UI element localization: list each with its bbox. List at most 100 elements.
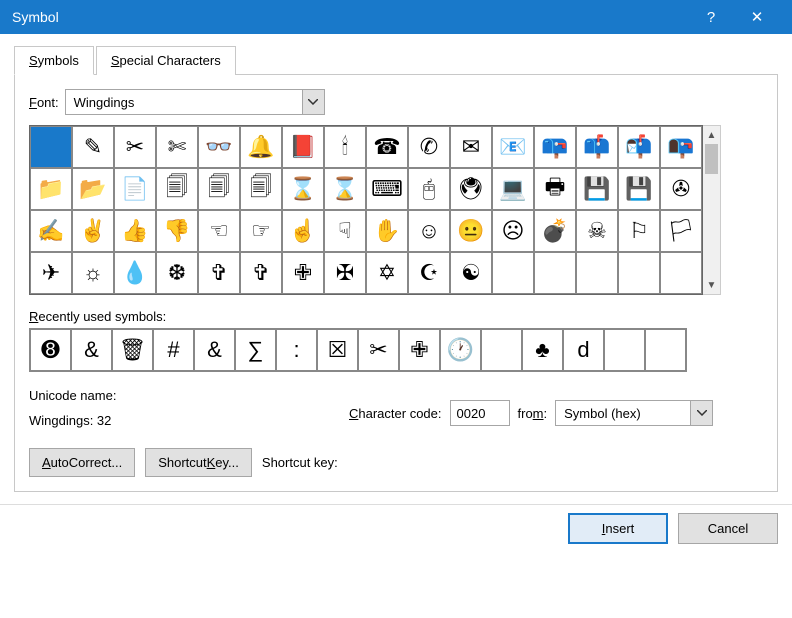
symbol-cell[interactable]: 🗐	[240, 168, 282, 210]
symbol-cell[interactable]: ☞	[240, 210, 282, 252]
symbol-cell[interactable]: ✎	[72, 126, 114, 168]
scroll-down-icon[interactable]: ▼	[703, 276, 720, 294]
recent-cell[interactable]	[604, 329, 645, 371]
symbol-cell[interactable]: ✌	[72, 210, 114, 252]
symbol-cell[interactable]: ☎	[366, 126, 408, 168]
symbol-cell[interactable]: 💾	[576, 168, 618, 210]
symbol-cell[interactable]: 💣	[534, 210, 576, 252]
autocorrect-button[interactable]: AutoCorrect...	[29, 448, 135, 477]
recent-cell[interactable]: ☒	[317, 329, 358, 371]
symbol-cell[interactable]: ✞	[240, 252, 282, 294]
recent-cell[interactable]: &	[194, 329, 235, 371]
symbol-cell[interactable]: ☟	[324, 210, 366, 252]
recent-cell[interactable]	[481, 329, 522, 371]
symbol-cell[interactable]: ☜	[198, 210, 240, 252]
symbol-cell[interactable]: 👍	[114, 210, 156, 252]
from-select[interactable]: Symbol (hex)	[555, 400, 713, 426]
recent-cell[interactable]: ➑	[30, 329, 71, 371]
symbol-cell[interactable]: ✆	[408, 126, 450, 168]
shortcut-key-button[interactable]: Shortcut Key...	[145, 448, 252, 477]
chevron-down-icon[interactable]	[302, 90, 324, 114]
symbol-cell[interactable]: ⌛	[324, 168, 366, 210]
symbol-cell[interactable]: 🖲	[450, 168, 492, 210]
symbol-cell[interactable]: ✂	[114, 126, 156, 168]
recent-cell[interactable]: ♣	[522, 329, 563, 371]
symbol-cell[interactable]: 🔔	[240, 126, 282, 168]
symbol-cell[interactable]: 🕯	[324, 126, 366, 168]
symbol-cell[interactable]: 📪	[534, 126, 576, 168]
symbol-cell[interactable]: 📫	[576, 126, 618, 168]
scroll-track[interactable]	[703, 144, 720, 276]
symbol-cell[interactable]	[576, 252, 618, 294]
symbol-cell[interactable]: 📧	[492, 126, 534, 168]
scrollbar[interactable]: ▲ ▼	[703, 125, 721, 295]
tab-symbols[interactable]: Symbols	[14, 46, 94, 75]
symbol-cell[interactable]	[30, 126, 72, 168]
symbol-cell[interactable]: 💻	[492, 168, 534, 210]
symbol-cell[interactable]: ☯	[450, 252, 492, 294]
symbol-cell[interactable]	[492, 252, 534, 294]
symbol-cell[interactable]: 📭	[660, 126, 702, 168]
recent-cell[interactable]: :	[276, 329, 317, 371]
symbol-cell[interactable]: ✙	[282, 252, 324, 294]
recent-cell[interactable]: #	[153, 329, 194, 371]
symbol-cell[interactable]: ✇	[660, 168, 702, 210]
scroll-up-icon[interactable]: ▲	[703, 126, 720, 144]
symbol-cell[interactable]: ⚐	[618, 210, 660, 252]
font-select[interactable]: Wingdings	[65, 89, 325, 115]
symbol-cell[interactable]: ⌛	[282, 168, 324, 210]
symbol-cell[interactable]: 💾	[618, 168, 660, 210]
help-button[interactable]: ?	[688, 0, 734, 34]
recent-cell[interactable]: 🕐	[440, 329, 481, 371]
recent-cell[interactable]: &	[71, 329, 112, 371]
symbol-cell[interactable]	[660, 252, 702, 294]
symbol-cell[interactable]: 📁	[30, 168, 72, 210]
tabs: Symbols Special Characters	[14, 46, 778, 75]
symbol-cell[interactable]: ✉	[450, 126, 492, 168]
symbol-cell[interactable]: ☼	[72, 252, 114, 294]
symbol-cell[interactable]: ✡	[366, 252, 408, 294]
symbol-cell[interactable]: ☹	[492, 210, 534, 252]
symbol-cell[interactable]: ☝	[282, 210, 324, 252]
recent-cell[interactable]: ✂	[358, 329, 399, 371]
symbol-cell[interactable]: 🏳	[660, 210, 702, 252]
recent-cell[interactable]: d	[563, 329, 604, 371]
cancel-button[interactable]: Cancel	[678, 513, 778, 544]
symbol-cell[interactable]: ✄	[156, 126, 198, 168]
symbol-cell[interactable]: ⌨	[366, 168, 408, 210]
symbol-cell[interactable]: 💧	[114, 252, 156, 294]
recent-cell[interactable]: ∑	[235, 329, 276, 371]
symbol-cell[interactable]: ✞	[198, 252, 240, 294]
symbol-cell[interactable]: 👎	[156, 210, 198, 252]
symbol-cell[interactable]: 🗐	[198, 168, 240, 210]
symbol-cell[interactable]: 🖶	[534, 168, 576, 210]
symbol-cell[interactable]: 🗐	[156, 168, 198, 210]
symbol-cell[interactable]: ☠	[576, 210, 618, 252]
symbol-cell[interactable]: 🖰	[408, 168, 450, 210]
symbol-cell[interactable]: 📄	[114, 168, 156, 210]
recent-cell[interactable]: 🗑	[112, 329, 153, 371]
insert-button[interactable]: Insert	[568, 513, 668, 544]
symbol-cell[interactable]: ❆	[156, 252, 198, 294]
char-code-input[interactable]	[450, 400, 510, 426]
symbol-cell[interactable]	[534, 252, 576, 294]
symbol-cell[interactable]: 📬	[618, 126, 660, 168]
recent-cell[interactable]	[645, 329, 686, 371]
symbol-cell[interactable]: ✋	[366, 210, 408, 252]
symbol-cell[interactable]: ✈	[30, 252, 72, 294]
symbol-cell[interactable]: ✠	[324, 252, 366, 294]
symbol-cell[interactable]: ☪	[408, 252, 450, 294]
tab-special-characters[interactable]: Special Characters	[96, 46, 236, 75]
symbol-cell[interactable]: ☺	[408, 210, 450, 252]
symbol-cell[interactable]: ✍	[30, 210, 72, 252]
from-label: from:	[518, 406, 548, 421]
symbol-cell[interactable]: 📕	[282, 126, 324, 168]
symbol-cell[interactable]: 📂	[72, 168, 114, 210]
chevron-down-icon[interactable]	[690, 401, 712, 425]
recent-cell[interactable]: ✙	[399, 329, 440, 371]
close-button[interactable]: ✕	[734, 0, 780, 34]
scroll-thumb[interactable]	[705, 144, 718, 174]
symbol-cell[interactable]: 😐	[450, 210, 492, 252]
symbol-cell[interactable]	[618, 252, 660, 294]
symbol-cell[interactable]: 👓	[198, 126, 240, 168]
